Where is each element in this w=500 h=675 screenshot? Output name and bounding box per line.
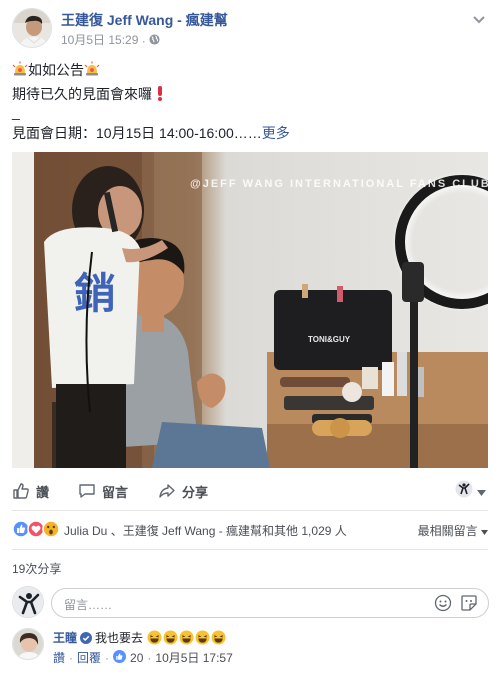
post-options-chevron-icon[interactable] xyxy=(472,12,486,24)
laughing-emoji-icon xyxy=(179,630,194,645)
post-date[interactable]: 10月5日 15:29 xyxy=(61,33,138,47)
share-label: 分享 xyxy=(182,484,209,500)
post-line-1-text: 如如公告 xyxy=(28,62,84,78)
globe-icon xyxy=(149,34,160,48)
divider xyxy=(12,549,488,550)
meta-separator: · xyxy=(141,33,146,48)
love-reaction-icon xyxy=(27,520,45,538)
comment-date[interactable]: 10月5日 17:57 xyxy=(155,649,232,666)
comment-sort-label: 最相關留言 xyxy=(417,524,478,538)
comment-like-badge-icon[interactable] xyxy=(113,649,127,666)
commenter-name[interactable]: 王瞳 xyxy=(53,631,77,645)
post-line-4: 見面會日期：10月15日 14:00-16:00……更多 xyxy=(12,123,290,143)
reaction-icons[interactable] xyxy=(12,520,62,538)
post-line-2-text: 期待已久的見面會來囉 xyxy=(12,86,152,102)
post-line-1: 如如公告 xyxy=(12,60,100,80)
act-as-page-selector[interactable] xyxy=(455,480,486,503)
comment-meta: 讚 · 回覆 · 20 · 10月5日 17:57 xyxy=(53,649,233,666)
shares-count[interactable]: 19次分享 xyxy=(12,560,61,577)
commenter-avatar[interactable] xyxy=(12,628,44,660)
meta-dot: · xyxy=(105,650,110,665)
caret-down-icon xyxy=(481,524,488,538)
reactions-summary: Julia Du 、王建復 Jeff Wang - 瘋建幫和其他 1,029 人… xyxy=(0,512,500,546)
reaction-names[interactable]: Julia Du 、王建復 Jeff Wang - 瘋建幫和其他 1,029 人 xyxy=(64,522,347,539)
comment-sort-dropdown[interactable]: 最相關留言 xyxy=(418,522,488,539)
comment-like-link[interactable]: 讚 xyxy=(53,649,65,666)
comment-button[interactable]: 留言 xyxy=(78,480,128,502)
comment-body: 王瞳 我也要去 xyxy=(53,629,226,646)
photo-watermark: @JEFF WANG INTERNATIONAL FANS CLUB xyxy=(190,178,488,190)
comment-input[interactable]: 留言…… xyxy=(51,588,489,618)
like-button[interactable]: 讚 xyxy=(12,480,49,502)
like-reaction-icon xyxy=(12,520,30,538)
post-action-bar: 讚 留言 分享 xyxy=(0,474,500,508)
shirt-graphic-text: 銷 xyxy=(74,269,116,318)
post-photo[interactable]: TONI&GUY 銷 @JEFF WANG INTERNATIONAL FANS… xyxy=(12,152,488,468)
wow-reaction-icon xyxy=(42,520,60,538)
siren-emoji-icon xyxy=(84,61,100,77)
comment-label: 留言 xyxy=(102,484,129,500)
page-name-link[interactable]: 王建復 Jeff Wang - 瘋建幫 xyxy=(61,10,228,30)
bag-brand-text: TONI&GUY xyxy=(308,335,351,344)
page-avatar[interactable] xyxy=(12,8,52,48)
post-line-2: 期待已久的見面會來囉 xyxy=(12,84,168,104)
siren-emoji-icon xyxy=(12,61,28,77)
comment-like-count[interactable]: 20 xyxy=(130,651,143,665)
meta-dot: · xyxy=(147,650,152,665)
laughing-emoji-icon xyxy=(195,630,210,645)
comment-text: 我也要去 xyxy=(95,631,144,645)
verified-badge-icon xyxy=(80,632,93,644)
share-button[interactable]: 分享 xyxy=(158,480,208,502)
laughing-emoji-icon xyxy=(147,630,162,645)
laughing-emoji-icon xyxy=(211,630,226,645)
meta-dot: · xyxy=(69,650,74,665)
share-arrow-icon xyxy=(158,482,176,500)
facebook-post: 王建復 Jeff Wang - 瘋建幫 10月5日 15:29 · 如如公告 期… xyxy=(0,0,500,675)
like-label: 讚 xyxy=(36,484,50,500)
comment-reply-link[interactable]: 回覆 xyxy=(77,649,101,666)
comment-input-placeholder: 留言…… xyxy=(64,598,113,612)
sticker-icon[interactable] xyxy=(460,594,478,617)
post-meta: 10月5日 15:29 · xyxy=(61,31,160,48)
caret-down-icon xyxy=(477,483,486,501)
page-avatar-small-icon xyxy=(455,480,473,503)
divider xyxy=(12,510,488,511)
current-user-avatar[interactable] xyxy=(12,586,44,618)
post-line-3: _ xyxy=(12,104,20,120)
thumbs-up-icon xyxy=(12,482,30,500)
emoji-smiley-icon[interactable] xyxy=(434,594,452,617)
exclamation-emoji-icon xyxy=(152,85,168,101)
see-more-link[interactable]: 更多 xyxy=(262,125,290,141)
laughing-emoji-icon xyxy=(163,630,178,645)
post-line-4-text: 見面會日期：10月15日 14:00-16:00…… xyxy=(12,125,262,141)
speech-bubble-icon xyxy=(78,482,96,500)
